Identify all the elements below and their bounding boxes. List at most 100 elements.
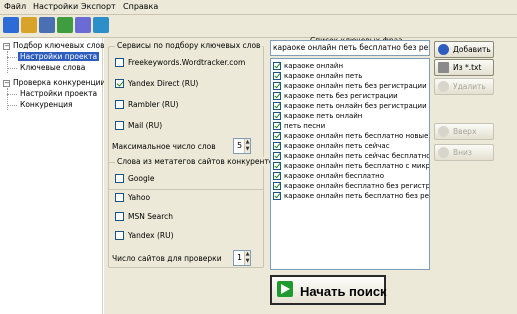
phrase-label: караоке онлайн петь сейчас бесплатно	[284, 152, 430, 160]
checkbox-label: Yandex (RU)	[128, 231, 174, 240]
tree-expander-competition[interactable]: −	[3, 80, 10, 87]
plus-icon	[438, 44, 449, 55]
checkbox-label: Yandex Direct (RU)	[128, 79, 199, 88]
phrase-label: караоке петь без регистрации	[284, 92, 398, 100]
checkbox-checked[interactable]	[273, 162, 281, 170]
import-txt-label: Из *.txt	[453, 63, 482, 72]
checkbox[interactable]	[115, 193, 124, 202]
spinner-buttons[interactable]: ▲ ▼	[244, 139, 250, 153]
phrase-label: караоке онлайн петь	[284, 72, 363, 80]
menubar: Файл Настройки Экспорт Справка	[0, 0, 517, 15]
checkbox-checked[interactable]	[273, 152, 281, 160]
checkbox-checked[interactable]	[273, 142, 281, 150]
competitors-group: Слова из метатегов сайтов конкурентов Go…	[108, 157, 280, 268]
checkbox-checked[interactable]	[273, 192, 281, 200]
tree-connector	[7, 68, 17, 69]
phrase-label: караоке онлайн петь бесплатно с микрофон…	[284, 162, 430, 170]
tree-expander-keywords[interactable]: −	[3, 43, 10, 50]
checkbox-checked[interactable]	[273, 82, 281, 90]
spinner-value: 1	[237, 253, 243, 262]
checkbox-checked[interactable]	[273, 62, 281, 70]
checkbox-checked[interactable]	[273, 132, 281, 140]
tree-item-project-settings-2[interactable]: Настройки проекта	[20, 89, 97, 99]
text-file-icon	[438, 62, 449, 73]
checkbox-checked[interactable]	[273, 92, 281, 100]
menu-file[interactable]: Файл	[4, 2, 26, 11]
delete-button[interactable]: Удалить	[434, 78, 494, 95]
arrow-down-icon	[438, 147, 449, 158]
phrase-label: караоке онлайн петь без регистрации	[284, 82, 427, 90]
services-legend: Сервисы по подбору ключевых слов	[115, 41, 263, 50]
phrase-input[interactable]: караоке онлайн петь бесплатно без регист…	[270, 40, 430, 56]
max-words-label: Максимальное число слов	[112, 142, 216, 151]
phrase-label: караоке петь онлайн без регистрации	[284, 102, 427, 110]
menu-help[interactable]: Справка	[123, 2, 158, 11]
checkbox-label: Google	[128, 174, 155, 183]
new-project-icon[interactable]	[3, 17, 19, 33]
globe-icon[interactable]	[93, 17, 109, 33]
spin-up-icon[interactable]: ▲	[245, 139, 250, 146]
move-up-button[interactable]: Вверх	[434, 123, 494, 140]
phrase-list[interactable]: караоке онлайн караоке онлайн петь карао…	[270, 58, 430, 270]
checkbox-checked[interactable]	[273, 72, 281, 80]
checkbox[interactable]	[115, 100, 124, 109]
main-panel: Сервисы по подбору ключевых слов Freekey…	[104, 36, 517, 314]
add-button[interactable]: Добавить	[434, 41, 494, 58]
menu-settings[interactable]: Настройки	[33, 2, 78, 11]
toolbar	[0, 15, 517, 38]
checkbox-checked[interactable]	[115, 79, 124, 88]
checkbox-label: Yahoo	[128, 193, 151, 202]
tree-connector	[7, 88, 8, 110]
tree-item-competition[interactable]: Конкуренция	[20, 100, 73, 110]
checkbox-checked[interactable]	[273, 172, 281, 180]
phrase-label: караоке онлайн петь бесплатно без регист…	[284, 192, 429, 200]
checkbox-checked[interactable]	[273, 112, 281, 120]
phrase-label: караоке онлайн петь бесплатно новые песн…	[284, 132, 429, 140]
phrase-label: караоке онлайн бесплатно	[284, 172, 385, 180]
phrase-label: петь песни	[284, 122, 326, 130]
sites-count-spinner[interactable]: 1 ▲ ▼	[233, 250, 251, 266]
tree-item-keywords[interactable]: Ключевые слова	[20, 63, 85, 73]
checkbox[interactable]	[115, 212, 124, 221]
checkbox[interactable]	[115, 58, 124, 67]
tree-group-competition-check[interactable]: Проверка конкуренции	[13, 78, 105, 88]
save-icon[interactable]	[39, 17, 55, 33]
settings-icon[interactable]	[75, 17, 91, 33]
phrase-label: караоке петь онлайн	[284, 112, 363, 120]
open-folder-icon[interactable]	[21, 17, 37, 33]
tree-item-project-settings-1[interactable]: Настройки проекта	[18, 52, 100, 62]
checkbox-label: Rambler (RU)	[128, 100, 179, 109]
competitors-legend: Слова из метатегов сайтов конкурентов	[115, 157, 280, 166]
move-down-button[interactable]: Вниз	[434, 144, 494, 161]
checkbox-checked[interactable]	[273, 182, 281, 190]
tree-item-selected-label: Настройки проекта	[18, 52, 100, 61]
tree-connector	[7, 51, 8, 73]
checkbox-label: MSN Search	[128, 212, 173, 221]
checkbox-label: Mail (RU)	[128, 121, 163, 130]
spin-down-icon[interactable]: ▼	[245, 258, 250, 265]
sites-count-label: Число сайтов для проверки	[112, 254, 222, 263]
import-txt-button[interactable]: Из *.txt	[434, 59, 494, 76]
menu-export[interactable]: Экспорт	[81, 2, 116, 11]
spinner-buttons[interactable]: ▲ ▼	[244, 251, 250, 265]
checkbox-checked[interactable]	[273, 102, 281, 110]
checkbox-checked[interactable]	[273, 122, 281, 130]
arrow-up-icon	[438, 126, 449, 137]
export-icon[interactable]	[57, 17, 73, 33]
move-down-label: Вниз	[453, 148, 472, 157]
spin-up-icon[interactable]: ▲	[245, 251, 250, 258]
start-search-label: Начать поиск	[300, 284, 387, 299]
add-button-label: Добавить	[453, 45, 491, 54]
tree-connector	[7, 57, 17, 58]
checkbox[interactable]	[115, 231, 124, 240]
checkbox[interactable]	[115, 121, 124, 130]
phrase-label: караоке онлайн петь сейчас	[284, 142, 390, 150]
delete-icon	[438, 81, 449, 92]
spinner-value: 5	[237, 141, 243, 150]
spin-down-icon[interactable]: ▼	[245, 146, 250, 153]
tree-group-keyword-selection[interactable]: Подбор ключевых слов	[13, 41, 105, 51]
start-search-button[interactable]: Начать поиск	[270, 275, 387, 305]
checkbox[interactable]	[115, 174, 124, 183]
max-words-spinner[interactable]: 5 ▲ ▼	[233, 138, 251, 154]
tree-connector	[7, 105, 17, 106]
